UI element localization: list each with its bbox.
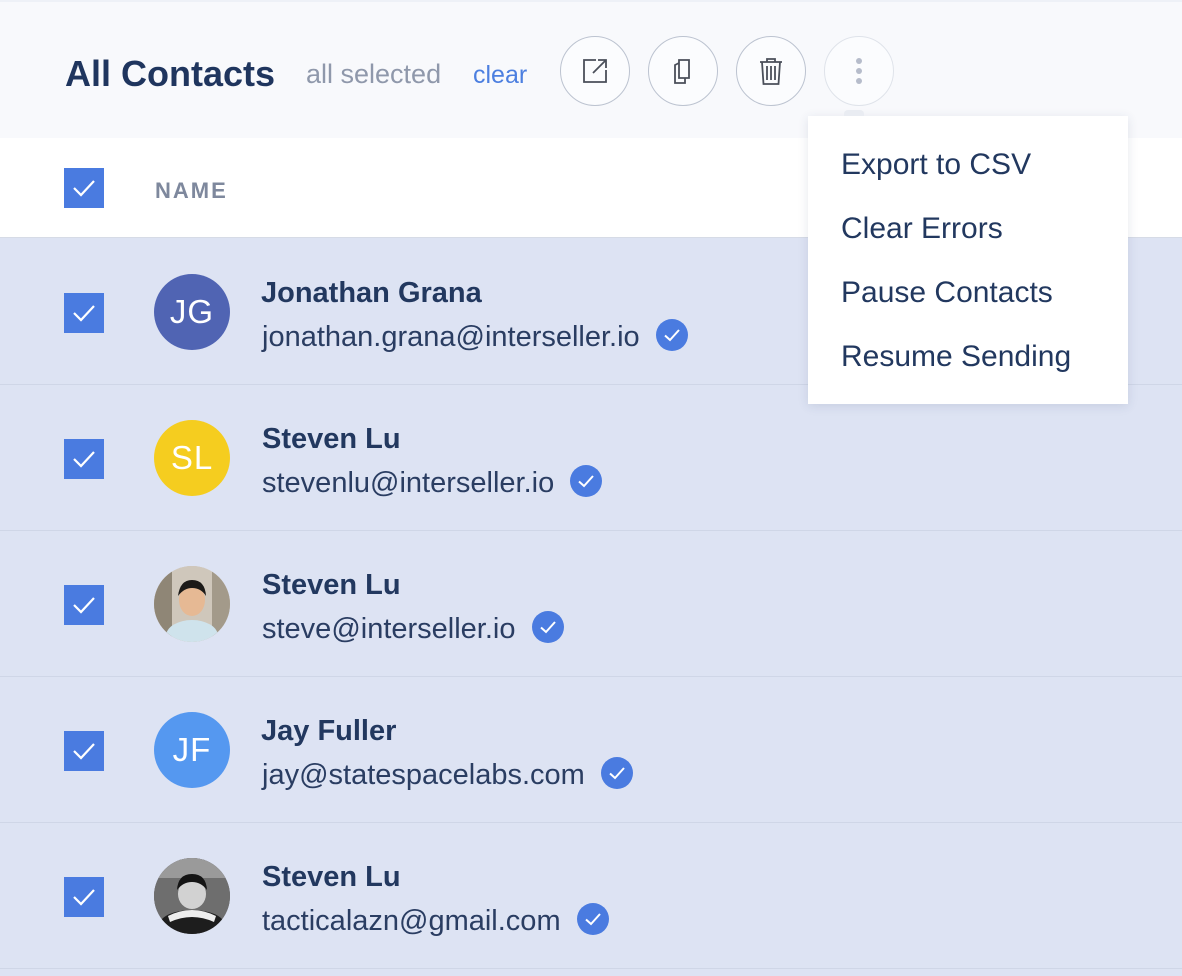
contact-name[interactable]: Jonathan Grana [261, 275, 482, 311]
table-row[interactable]: JF Jay Fuller jay@statespacelabs.com [0, 677, 1182, 823]
verified-icon [576, 903, 609, 936]
contact-email: stevenlu@interseller.io [262, 467, 555, 499]
contact-name[interactable]: Steven Lu [262, 421, 401, 457]
page-title: All Contacts [65, 53, 276, 94]
avatar-initials: JF [172, 731, 212, 768]
contact-email-line: tacticalazn@gmail.com [262, 903, 609, 939]
table-row[interactable]: SL Steven Lu stevenlu@interseller.io [0, 385, 1182, 531]
avatar-initials: JG [169, 293, 215, 330]
export-button[interactable] [560, 36, 630, 106]
checkmark-icon [73, 451, 95, 468]
contact-email-line: jay@statespacelabs.com [262, 757, 633, 793]
avatar: JF [154, 712, 230, 788]
row-checkbox[interactable] [64, 585, 104, 625]
contact-name[interactable]: Jay Fuller [261, 713, 396, 749]
avatar: JG [154, 274, 230, 350]
menu-item-clear-errors[interactable]: Clear Errors [841, 211, 1003, 247]
verified-icon [600, 757, 633, 790]
dropdown-caret [844, 110, 864, 116]
contact-email: jonathan.grana@interseller.io [262, 321, 640, 353]
menu-item-pause-contacts[interactable]: Pause Contacts [841, 275, 1053, 311]
contact-email: steve@interseller.io [262, 613, 516, 645]
clear-selection-link[interactable]: clear [473, 60, 527, 90]
avatar-photo [154, 566, 230, 642]
more-actions-dropdown: Export to CSV Clear Errors Pause Contact… [808, 110, 1128, 404]
menu-item-resume-sending[interactable]: Resume Sending [841, 339, 1071, 375]
row-checkbox[interactable] [64, 877, 104, 917]
checkmark-icon [73, 889, 95, 906]
verified-icon [531, 611, 564, 644]
verified-icon [655, 319, 688, 352]
contact-name[interactable]: Steven Lu [262, 859, 401, 895]
column-header-name[interactable]: NAME [155, 178, 228, 204]
menu-item-export-csv[interactable]: Export to CSV [841, 147, 1031, 183]
person-photo-icon [154, 858, 230, 934]
row-checkbox[interactable] [64, 731, 104, 771]
trash-icon [760, 58, 782, 85]
avatar-initials: SL [170, 439, 214, 476]
select-all-checkbox[interactable] [64, 168, 104, 208]
more-vertical-icon [856, 58, 862, 84]
contact-email-line: jonathan.grana@interseller.io [262, 319, 688, 355]
export-icon [583, 59, 607, 83]
checkmark-icon [73, 597, 95, 614]
row-checkbox[interactable] [64, 439, 104, 479]
row-checkbox[interactable] [64, 293, 104, 333]
selection-status: all selected [306, 59, 442, 89]
contact-email: jay@statespacelabs.com [262, 759, 585, 791]
checkmark-icon [73, 305, 95, 322]
checkmark-icon [73, 180, 95, 197]
table-row[interactable]: Steven Lu tacticalazn@gmail.com [0, 823, 1182, 969]
copy-icon [674, 59, 690, 84]
copy-button[interactable] [648, 36, 718, 106]
person-photo-icon [154, 566, 230, 642]
avatar-photo [154, 858, 230, 934]
verified-icon [570, 465, 603, 498]
table-row[interactable]: Steven Lu steve@interseller.io [0, 531, 1182, 677]
contact-email-line: stevenlu@interseller.io [262, 465, 603, 501]
avatar: SL [154, 420, 230, 496]
checkmark-icon [73, 743, 95, 760]
contact-email: tacticalazn@gmail.com [262, 905, 561, 937]
more-actions-button[interactable] [824, 36, 894, 106]
contact-name[interactable]: Steven Lu [262, 567, 401, 603]
contact-email-line: steve@interseller.io [262, 611, 564, 647]
delete-button[interactable] [736, 36, 806, 106]
